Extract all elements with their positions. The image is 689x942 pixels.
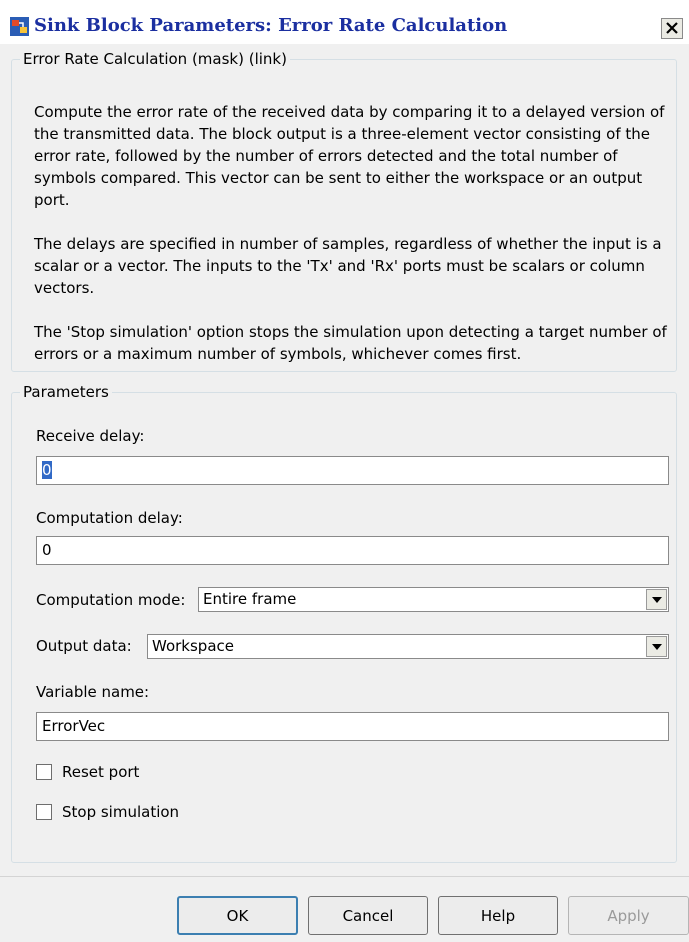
- description-group: Error Rate Calculation (mask) (link) Com…: [11, 50, 677, 372]
- ok-button[interactable]: OK: [177, 896, 298, 935]
- chevron-down-icon[interactable]: [646, 636, 667, 657]
- variable-name-input[interactable]: ErrorVec: [36, 712, 669, 741]
- stop-simulation-checkbox[interactable]: [36, 804, 52, 820]
- parameters-group: Parameters: [11, 383, 677, 863]
- close-button[interactable]: [661, 18, 683, 39]
- window-title: Sink Block Parameters: Error Rate Calcul…: [34, 15, 508, 36]
- computation-mode-select[interactable]: Entire frame: [198, 587, 669, 612]
- computation-delay-label: Computation delay:: [36, 509, 183, 527]
- simulink-block-icon: [10, 17, 29, 36]
- variable-name-label: Variable name:: [36, 683, 150, 701]
- button-separator: [0, 876, 689, 877]
- apply-button[interactable]: Apply: [568, 896, 689, 935]
- cancel-button[interactable]: Cancel: [308, 896, 428, 935]
- description-paragraph: The delays are specified in number of sa…: [34, 235, 662, 297]
- output-data-label: Output data:: [36, 637, 132, 655]
- parameters-legend: Parameters: [23, 383, 109, 401]
- reset-port-label[interactable]: Reset port: [62, 763, 139, 781]
- variable-name-value: ErrorVec: [42, 717, 106, 735]
- receive-delay-input[interactable]: 0: [36, 456, 669, 485]
- computation-delay-value: 0: [42, 541, 52, 559]
- description-paragraph: The 'Stop simulation' option stops the s…: [34, 323, 667, 363]
- computation-mode-label: Computation mode:: [36, 591, 186, 609]
- close-icon: [666, 20, 678, 38]
- output-data-select[interactable]: Workspace: [147, 634, 669, 659]
- computation-mode-value: Entire frame: [203, 590, 297, 608]
- computation-delay-input[interactable]: 0: [36, 536, 669, 565]
- help-button[interactable]: Help: [438, 896, 558, 935]
- description-legend: Error Rate Calculation (mask) (link): [23, 50, 287, 68]
- receive-delay-label: Receive delay:: [36, 427, 145, 445]
- title-bar: Sink Block Parameters: Error Rate Calcul…: [0, 0, 689, 44]
- output-data-value: Workspace: [152, 637, 234, 655]
- description-paragraph: Compute the error rate of the received d…: [34, 103, 665, 209]
- chevron-down-icon[interactable]: [646, 589, 667, 610]
- stop-simulation-label[interactable]: Stop simulation: [62, 803, 179, 821]
- receive-delay-value: 0: [42, 461, 52, 479]
- reset-port-checkbox[interactable]: [36, 764, 52, 780]
